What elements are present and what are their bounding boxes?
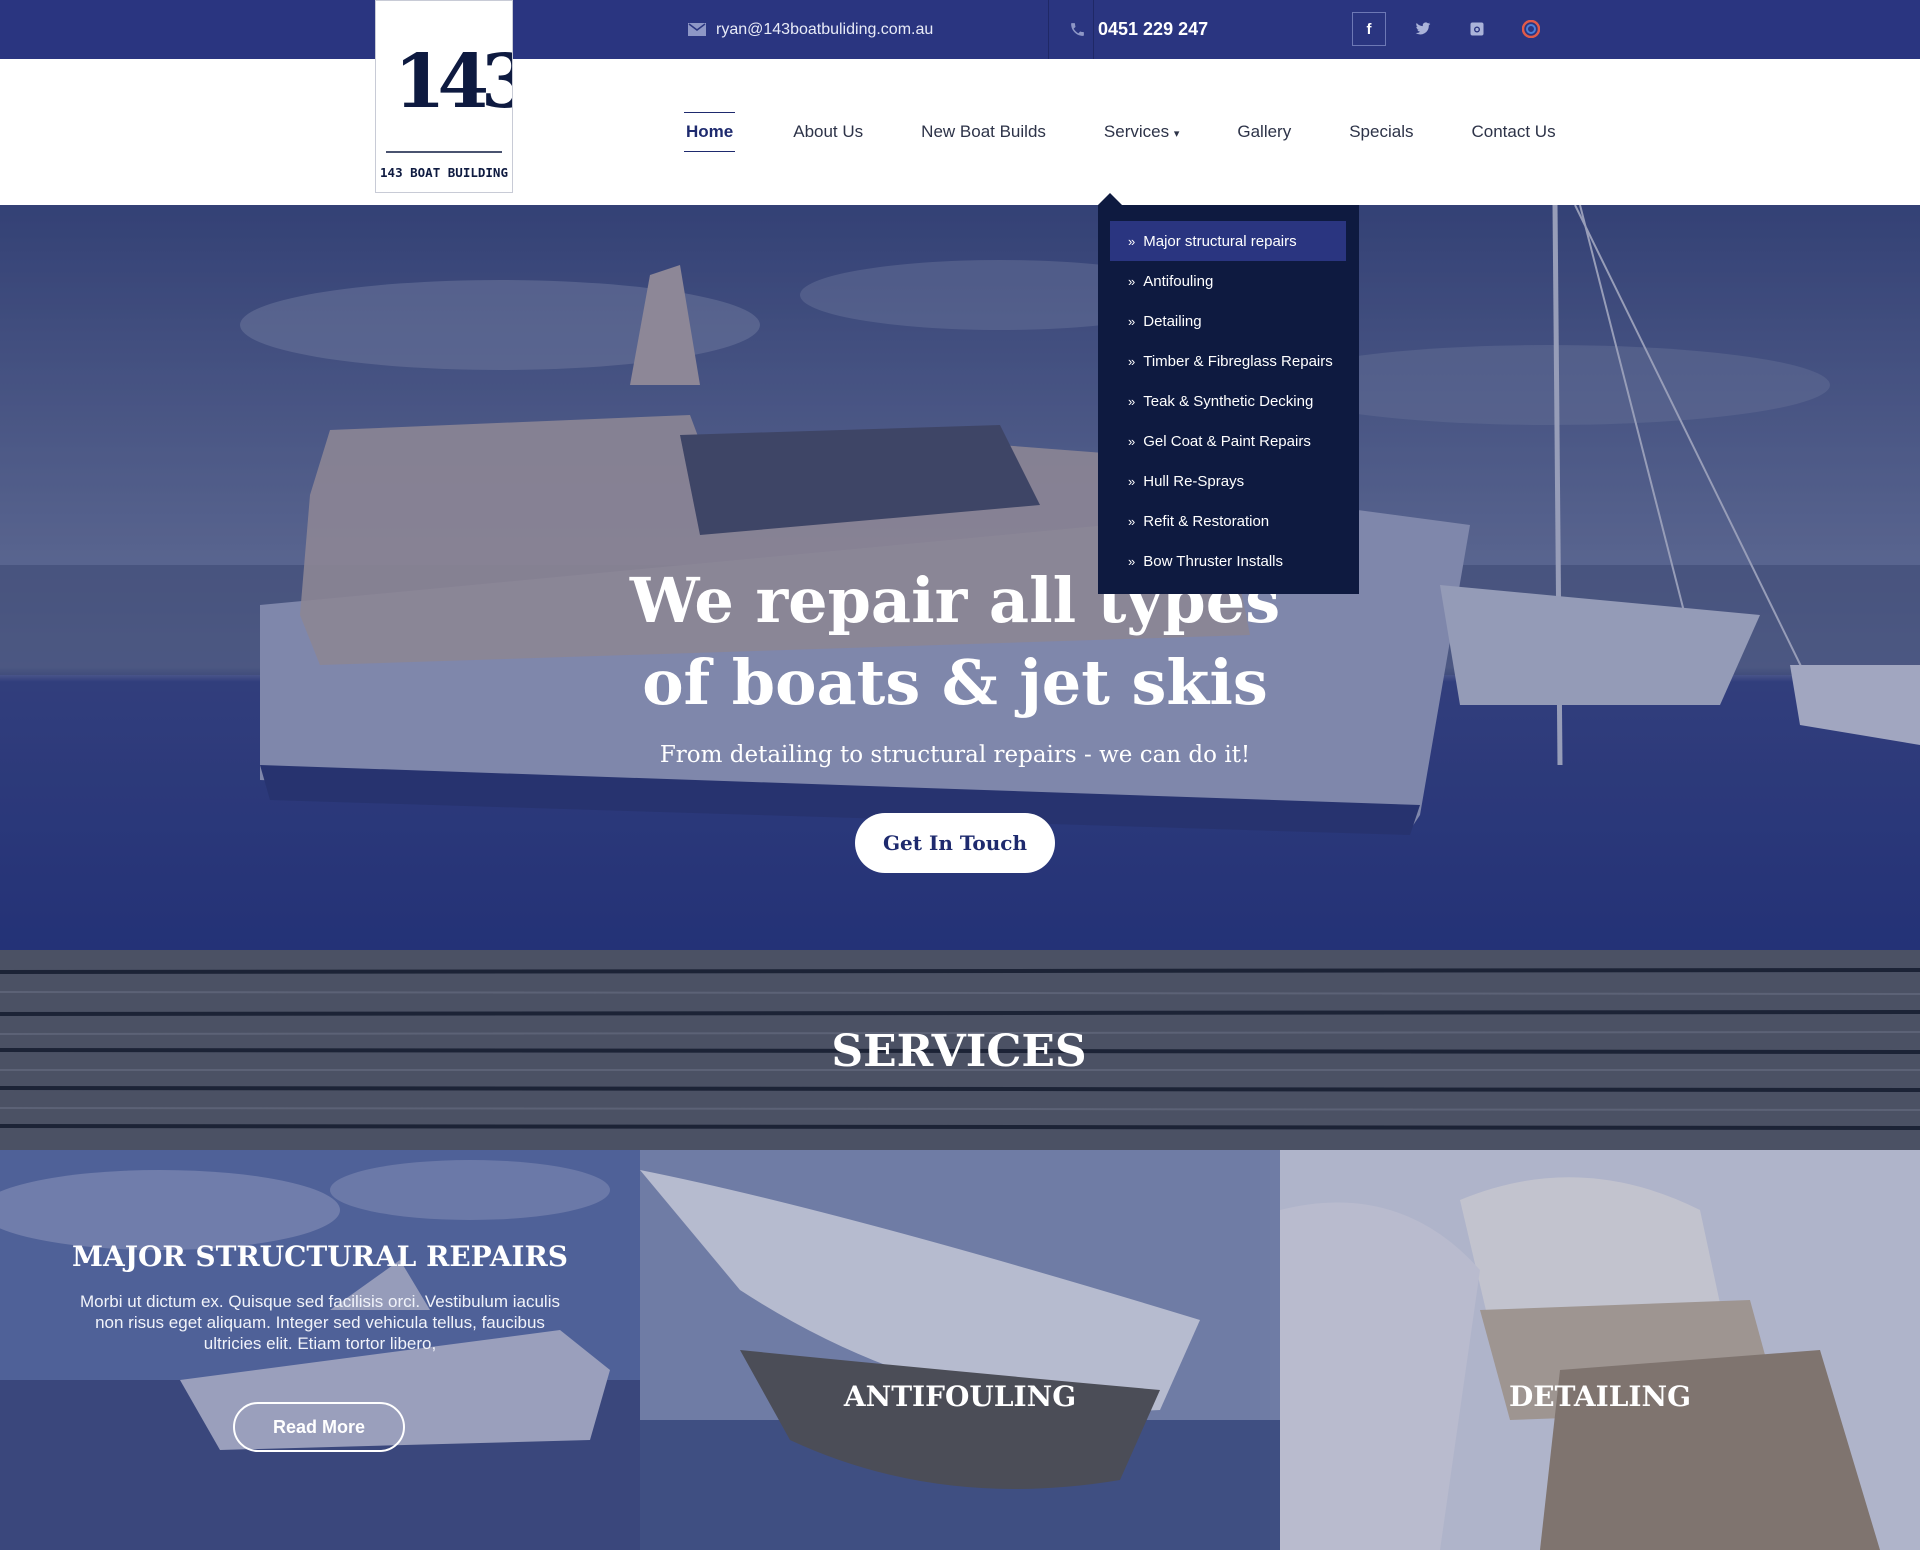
dropdown-item-label: Antifouling	[1143, 272, 1214, 290]
mail-icon	[688, 23, 706, 36]
dropdown-item-label: Refit & Restoration	[1143, 512, 1270, 530]
instagram-icon[interactable]	[1460, 12, 1494, 46]
top-bar: ryan@143boatbuliding.com.au 0451 229 247…	[0, 0, 1920, 59]
dropdown-item-label: Gel Coat & Paint Repairs	[1143, 432, 1311, 450]
google-icon[interactable]	[1514, 12, 1548, 46]
logo-mark: 143 143 BOAT BUILDING	[380, 39, 512, 180]
dropdown-item-refit-restoration[interactable]: » Refit & Restoration	[1110, 501, 1346, 541]
chevron-right-icon: »	[1128, 553, 1136, 569]
dropdown-item-antifouling[interactable]: » Antifouling	[1110, 261, 1346, 301]
nav-about-us[interactable]: About Us	[793, 114, 863, 150]
service-card-major-structural-repairs[interactable]: MAJOR STRUCTURAL REPAIRS Morbi ut dictum…	[0, 1150, 640, 1550]
get-in-touch-button[interactable]: Get In Touch	[855, 813, 1055, 873]
svg-text:143 BOAT BUILDING: 143 BOAT BUILDING	[380, 165, 508, 180]
email-text[interactable]: ryan@143boatbuliding.com.au	[716, 21, 933, 39]
dropdown-item-label: Teak & Synthetic Decking	[1143, 392, 1314, 410]
main-nav: Home About Us New Boat Builds Services ▾…	[684, 59, 1556, 205]
services-heading: SERVICES	[831, 1026, 1087, 1077]
dropdown-item-label: Detailing	[1143, 312, 1202, 330]
chevron-down-icon: ▾	[1173, 128, 1180, 140]
services-dropdown-menu: » Major structural repairs » Antifouling »…	[1098, 193, 1359, 594]
svg-text:143: 143	[394, 39, 512, 125]
chevron-right-icon: »	[1128, 393, 1136, 409]
divider	[1093, 0, 1094, 59]
dropdown-item-label: Timber & Fibreglass Repairs	[1143, 352, 1333, 370]
nav-services[interactable]: Services ▾	[1104, 114, 1179, 150]
service-card-image	[1280, 1150, 1920, 1550]
dropdown-item-detailing[interactable]: » Detailing	[1110, 301, 1346, 341]
services-header-section: SERVICES	[0, 950, 1920, 1150]
read-more-button[interactable]: Read More	[233, 1402, 405, 1452]
hero-title-line2: of boats & jet skis	[642, 646, 1268, 719]
nav-gallery[interactable]: Gallery	[1237, 114, 1291, 150]
chevron-right-icon: »	[1128, 353, 1136, 369]
dropdown-item-hull-re-sprays[interactable]: » Hull Re-Sprays	[1110, 461, 1346, 501]
nav-home[interactable]: Home	[684, 112, 736, 152]
nav-contact-us[interactable]: Contact Us	[1471, 114, 1555, 150]
service-card-title: MAJOR STRUCTURAL REPAIRS	[71, 1240, 569, 1273]
service-card-title: ANTIFOULING	[843, 1380, 1077, 1413]
email-contact[interactable]: ryan@143boatbuliding.com.au	[688, 0, 933, 59]
twitter-icon[interactable]	[1406, 12, 1440, 46]
social-links: f	[1352, 12, 1548, 46]
hero-subtitle: From detailing to structural repairs - w…	[659, 742, 1251, 768]
service-card-description: Morbi ut dictum ex. Quisque sed facilisi…	[80, 1292, 560, 1353]
dropdown-item-bow-thruster[interactable]: » Bow Thruster Installs	[1110, 541, 1346, 581]
service-card-title: DETAILING	[1508, 1380, 1692, 1413]
chevron-right-icon: »	[1128, 433, 1136, 449]
dropdown-item-timber-fibreglass[interactable]: » Timber & Fibreglass Repairs	[1110, 341, 1346, 381]
phone-contact[interactable]: 0451 229 247	[1069, 0, 1208, 59]
hero-section: We repair all types of boats & jet skis …	[0, 205, 1920, 950]
hero-title: We repair all types of boats & jet skis	[0, 560, 1910, 724]
chevron-right-icon: »	[1128, 313, 1136, 329]
nav-services-label: Services	[1103, 122, 1170, 141]
service-card-antifouling[interactable]: ANTIFOULING	[640, 1150, 1280, 1550]
divider	[1048, 0, 1049, 59]
dropdown-item-major-structural-repairs[interactable]: » Major structural repairs	[1110, 221, 1346, 261]
dropdown-item-gel-coat-paint[interactable]: » Gel Coat & Paint Repairs	[1110, 421, 1346, 461]
site-logo[interactable]: 143 143 BOAT BUILDING	[375, 0, 513, 193]
chevron-right-icon: »	[1128, 473, 1136, 489]
service-cards: MAJOR STRUCTURAL REPAIRS Morbi ut dictum…	[0, 1150, 1920, 1550]
phone-icon	[1071, 23, 1084, 36]
dropdown-item-label: Hull Re-Sprays	[1143, 472, 1245, 490]
dropdown-item-teak-synthetic-decking[interactable]: » Teak & Synthetic Decking	[1110, 381, 1346, 421]
phone-text[interactable]: 0451 229 247	[1098, 19, 1208, 40]
nav-new-boat-builds[interactable]: New Boat Builds	[921, 114, 1046, 150]
service-card-image	[640, 1150, 1280, 1550]
chevron-right-icon: »	[1128, 233, 1136, 249]
nav-specials[interactable]: Specials	[1349, 114, 1413, 150]
dropdown-item-label: Bow Thruster Installs	[1143, 552, 1284, 570]
chevron-right-icon: »	[1128, 513, 1136, 529]
facebook-icon[interactable]: f	[1352, 12, 1386, 46]
chevron-right-icon: »	[1128, 273, 1136, 289]
dropdown-item-label: Major structural repairs	[1143, 232, 1297, 250]
service-card-detailing[interactable]: DETAILING	[1280, 1150, 1920, 1550]
